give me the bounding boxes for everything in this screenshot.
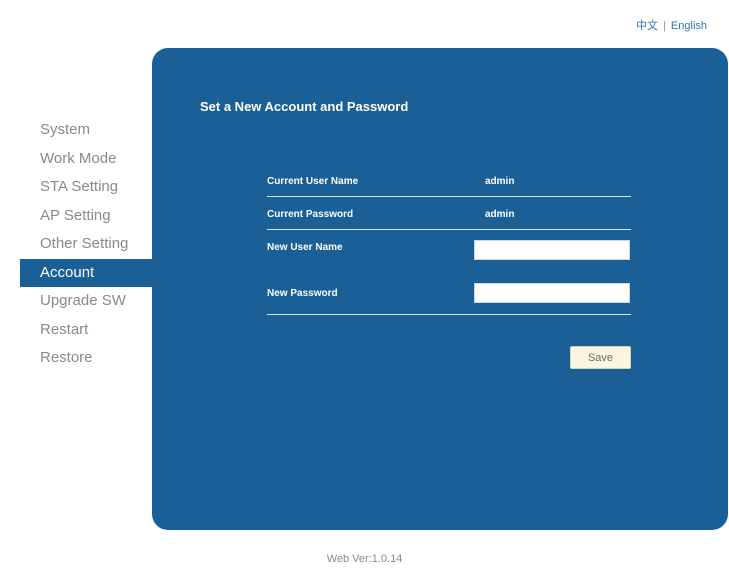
sidebar-item-upgrade-sw[interactable]: Upgrade SW (20, 287, 152, 316)
new-user-name-input[interactable] (474, 240, 630, 260)
language-separator: | (663, 20, 666, 32)
sidebar-item-account[interactable]: Account (20, 258, 152, 287)
current-password-value: admin (485, 209, 515, 220)
new-user-label: New User Name (267, 242, 343, 253)
current-user-label: Current User Name (267, 176, 359, 187)
language-switcher: 中文 | English (636, 17, 707, 33)
language-chinese-link[interactable]: 中文 (636, 20, 658, 32)
sidebar-item-other-setting[interactable]: Other Setting (20, 230, 152, 259)
sidebar-item-work-mode[interactable]: Work Mode (20, 145, 152, 174)
sidebar-item-restore[interactable]: Restore (20, 344, 152, 373)
sidebar-item-system[interactable]: System (20, 116, 152, 145)
panel-title: Set a New Account and Password (200, 99, 409, 114)
new-password-label: New Password (267, 288, 338, 299)
language-english-link[interactable]: English (671, 20, 707, 32)
account-settings-panel: Set a New Account and Password Current U… (152, 48, 728, 530)
sidebar-item-ap-setting[interactable]: AP Setting (20, 202, 152, 231)
current-password-label: Current Password (267, 209, 354, 220)
form-divider (267, 314, 631, 315)
sidebar-item-restart[interactable]: Restart (20, 316, 152, 345)
sidebar-item-sta-setting[interactable]: STA Setting (20, 173, 152, 202)
web-version: Web Ver:1.0.14 (326, 553, 403, 565)
sidebar-menu: System Work Mode STA Setting AP Setting … (20, 116, 152, 373)
row-divider (267, 196, 631, 197)
new-password-input[interactable] (474, 283, 630, 303)
save-button[interactable]: Save (570, 346, 631, 369)
current-user-value: admin (485, 176, 515, 187)
row-divider (267, 229, 631, 230)
